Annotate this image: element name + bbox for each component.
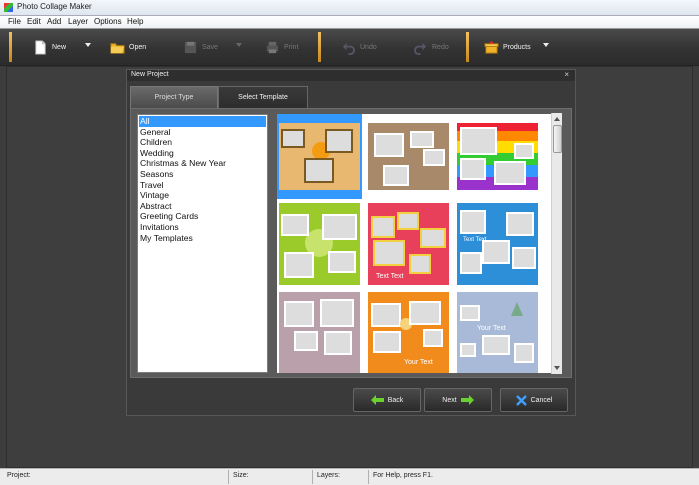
cancel-label: Cancel [530,396,553,404]
new-button[interactable]: New [33,31,66,63]
menu-help[interactable]: Help [127,17,143,26]
category-item-wedding[interactable]: Wedding [138,148,267,159]
tab-project-type[interactable]: Project Type [130,86,218,108]
save-icon [184,41,197,53]
template-panel: All General Children Wedding Christmas &… [130,108,572,378]
toolbar-separator [318,32,321,62]
arrow-right-icon [460,395,474,405]
save-label: Save [202,43,218,51]
undo-button[interactable]: Undo [341,31,377,63]
undo-icon [342,42,356,55]
back-label: Back [387,396,404,404]
category-item-vintage[interactable]: Vintage [138,190,267,201]
save-dropdown-arrow[interactable] [236,43,242,47]
menu-edit[interactable]: Edit [27,17,41,26]
template-thumbnail[interactable]: Text Text [455,203,540,288]
print-button[interactable]: Print [265,31,298,63]
category-item-seasons[interactable]: Seasons [138,169,267,180]
status-divider [368,470,369,484]
template-thumbnail[interactable] [455,114,540,199]
redo-label: Redo [432,43,449,51]
products-button[interactable]: Products [484,31,531,63]
menu-layer[interactable]: Layer [68,17,88,26]
template-thumbnail[interactable] [277,114,362,199]
category-item-invitations[interactable]: Invitations [138,222,267,233]
products-label: Products [503,43,531,51]
menu-options[interactable]: Options [94,17,122,26]
gallery-scrollbar[interactable] [551,113,562,374]
template-thumbnail[interactable]: Your Text [455,292,540,373]
toolbar-separator [9,32,12,62]
template-thumbnail[interactable]: Text Text [366,203,451,288]
new-dropdown-arrow[interactable] [85,43,91,47]
new-label: New [52,43,67,51]
scrollbar-thumb[interactable] [553,125,562,153]
status-bar: Project: Size: Layers: For Help, press F… [0,468,699,485]
undo-label: Undo [360,43,377,51]
template-gallery: Text Text Text Text Your Text Your Text [277,114,562,373]
next-label: Next [442,396,457,404]
template-caption: Text Text [463,237,487,243]
folder-icon [110,42,125,54]
cancel-button[interactable]: Cancel [500,388,568,412]
status-divider [228,470,229,484]
open-button[interactable]: Open [110,31,146,63]
category-list[interactable]: All General Children Wedding Christmas &… [137,114,268,373]
category-item-abstract[interactable]: Abstract [138,201,267,212]
print-label: Print [284,43,299,51]
toolbar: New Open Save Print Undo Redo Products [0,29,699,66]
back-button[interactable]: Back [353,388,421,412]
dialog-title: New Project [131,71,169,78]
tab-select-template[interactable]: Select Template [218,86,308,108]
scroll-up-arrow-icon[interactable] [554,117,560,121]
window-title: Photo Collage Maker [17,2,92,11]
toolbar-separator [466,32,469,62]
template-caption: Your Text [404,359,433,366]
cancel-x-icon [515,394,527,406]
dialog-title-bar: New Project × [127,70,575,81]
template-thumbnail[interactable] [277,203,362,288]
category-item-children[interactable]: Children [138,137,267,148]
menu-bar: File Edit Add Layer Options Help [0,16,699,29]
status-divider [312,470,313,484]
close-icon[interactable]: × [564,70,569,79]
category-item-all[interactable]: All [139,116,266,127]
products-dropdown-arrow[interactable] [543,43,549,47]
open-label: Open [129,43,147,51]
menu-file[interactable]: File [8,17,21,26]
template-caption: Text Text [376,273,404,280]
status-size: Size: [233,472,249,479]
category-item-greeting-cards[interactable]: Greeting Cards [138,211,267,222]
save-button[interactable]: Save [183,31,218,63]
status-help: For Help, press F1. [373,472,433,479]
category-item-christmas[interactable]: Christmas & New Year [138,158,267,169]
menu-add[interactable]: Add [47,17,61,26]
new-project-dialog: New Project × Project Type Select Templa… [126,69,576,416]
category-item-travel[interactable]: Travel [138,180,267,191]
redo-button[interactable]: Redo [413,31,449,63]
template-thumbnail[interactable] [277,292,362,373]
next-button[interactable]: Next [424,388,492,412]
title-bar: Photo Collage Maker [0,0,699,16]
redo-icon [413,42,427,55]
category-item-general[interactable]: General [138,127,267,138]
scroll-down-arrow-icon[interactable] [554,366,560,370]
printer-icon [266,41,279,53]
status-layers: Layers: [317,472,340,479]
arrow-left-icon [370,395,384,405]
products-box-icon [484,40,499,54]
new-document-icon [35,39,46,55]
status-project: Project: [7,472,31,479]
category-item-my-templates[interactable]: My Templates [138,233,267,244]
template-caption: Your Text [477,325,506,332]
template-thumbnail[interactable] [366,114,451,199]
app-icon [4,3,13,12]
template-thumbnail[interactable]: Your Text [366,292,451,373]
